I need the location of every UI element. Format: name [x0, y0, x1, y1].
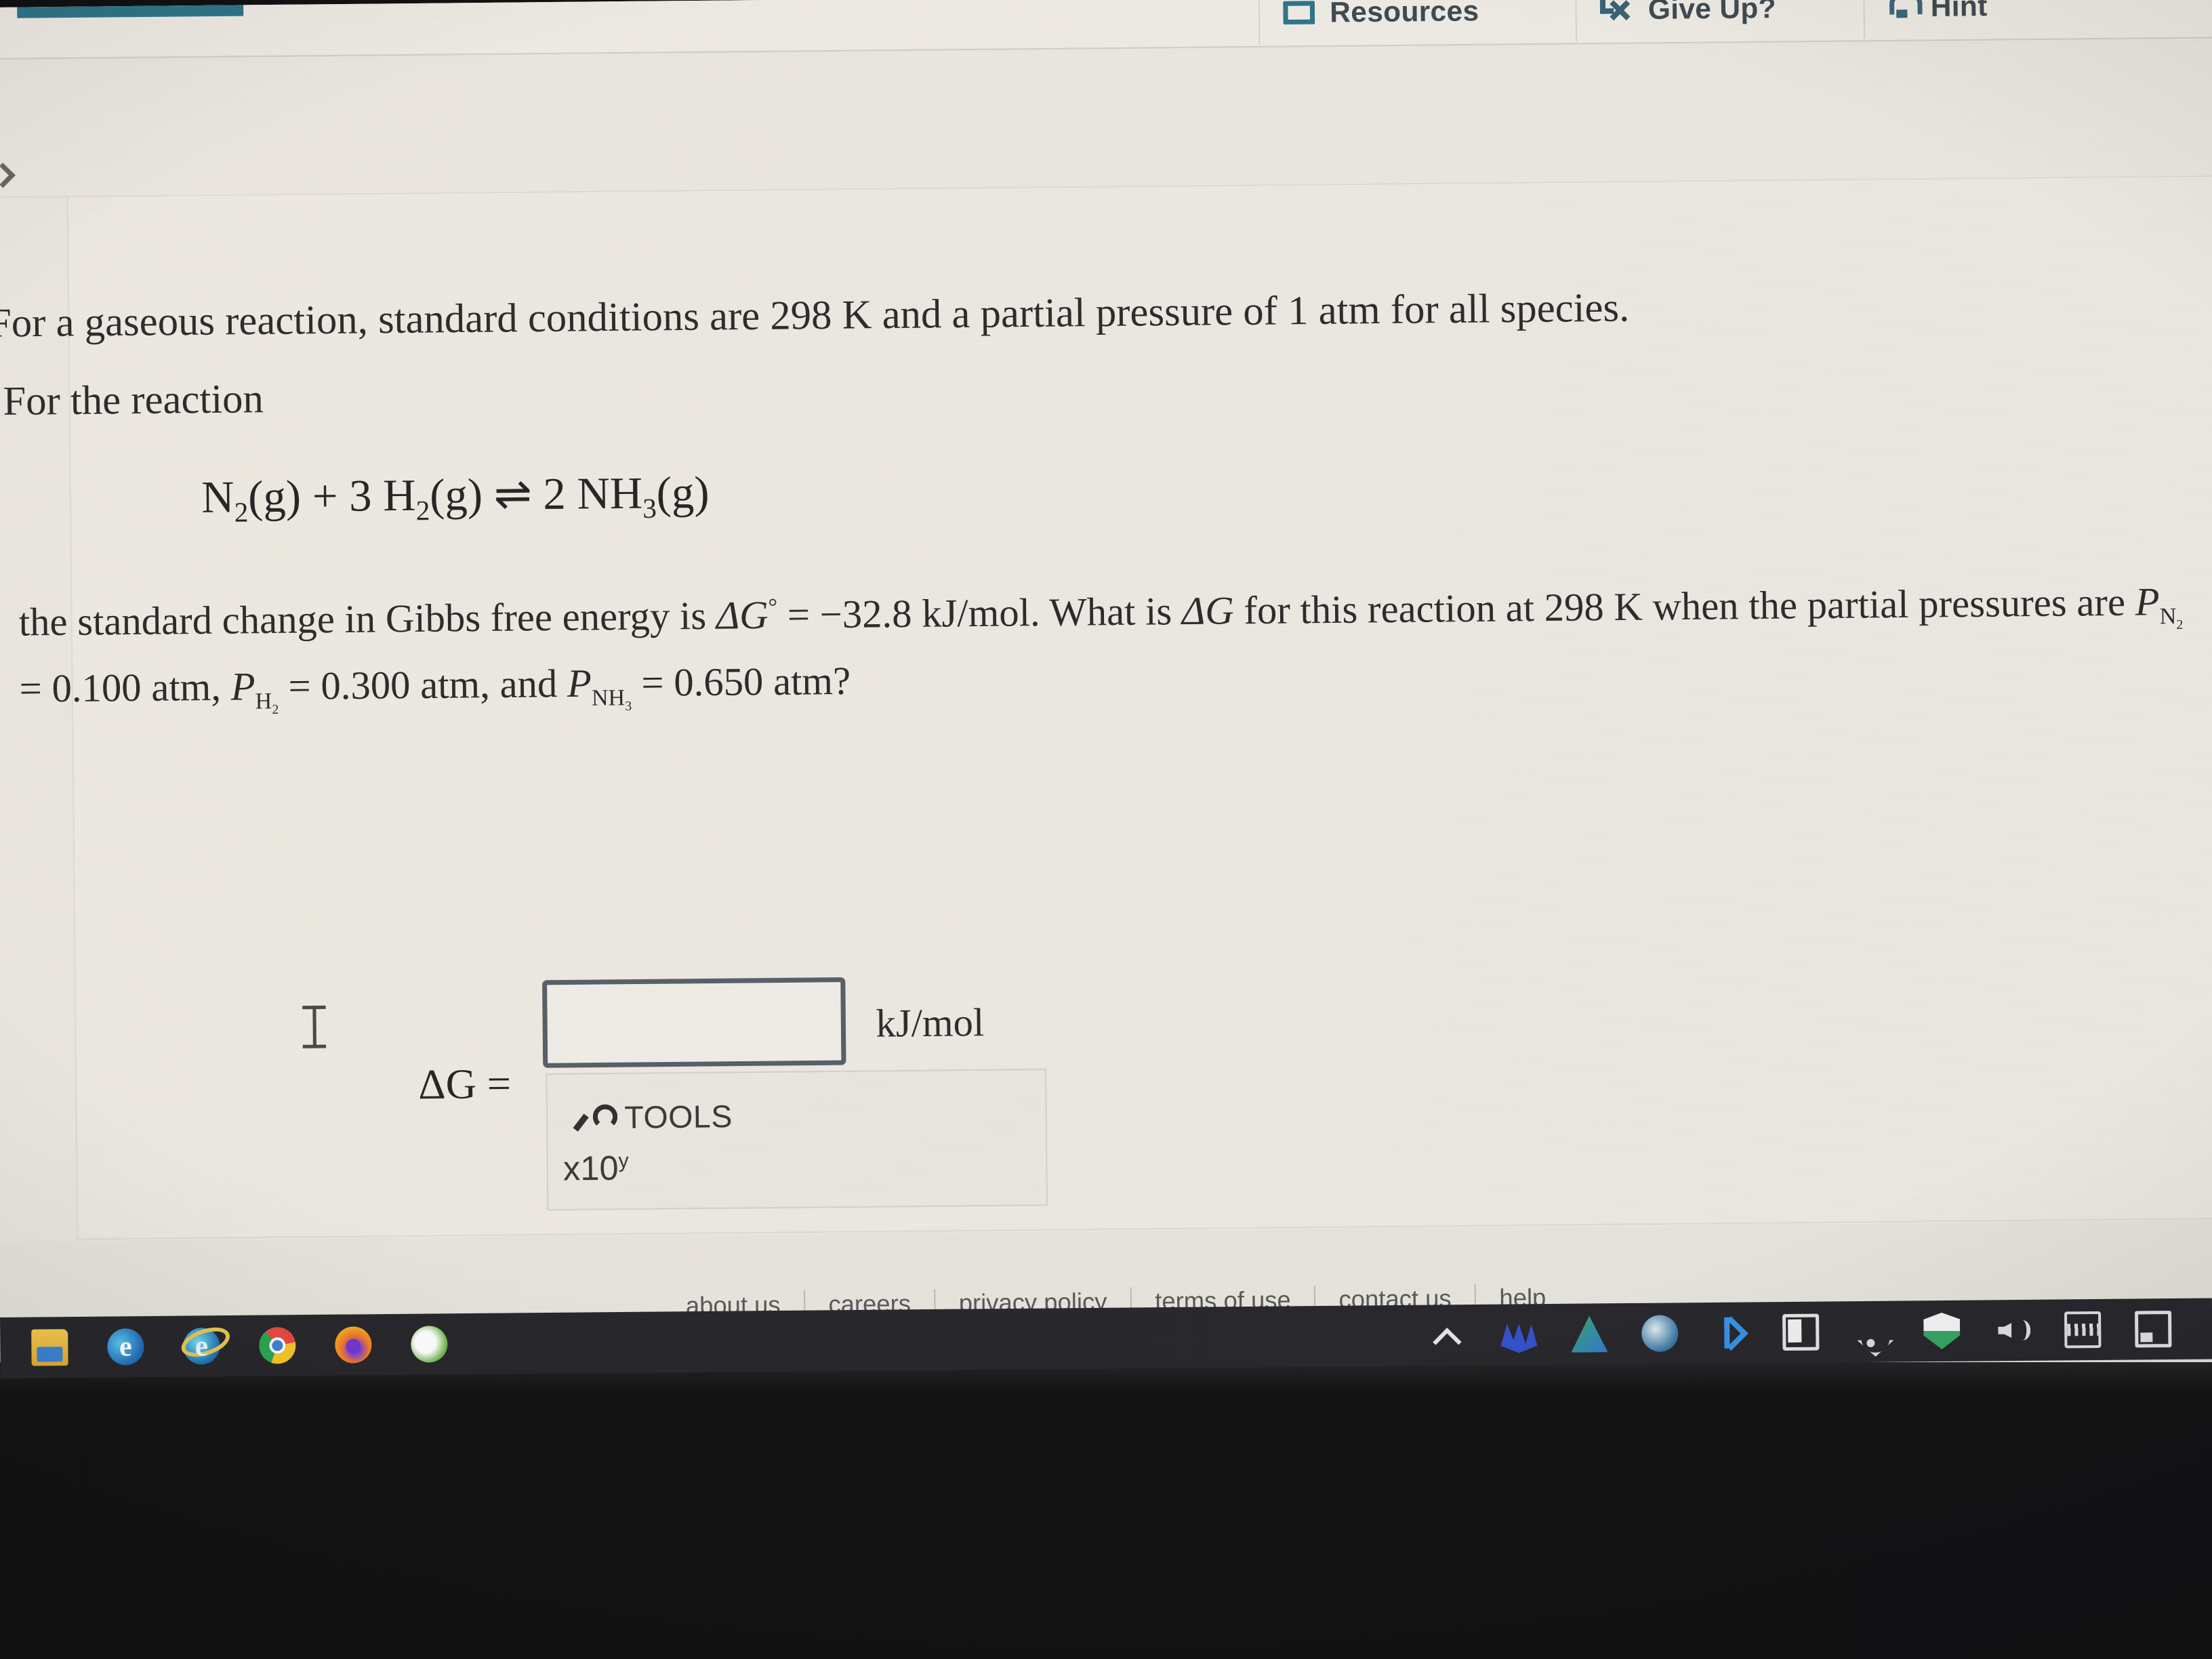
- tools-button[interactable]: TOOLS: [580, 1098, 733, 1136]
- hint-button[interactable]: Hint: [1863, 0, 2011, 39]
- tools-label: TOOLS: [624, 1098, 733, 1135]
- resources-button[interactable]: Resources: [1258, 0, 1503, 45]
- answer-input-box[interactable]: [542, 977, 846, 1068]
- answer-units-label: kJ/mol: [876, 1000, 985, 1046]
- resources-label: Resources: [1330, 0, 1479, 28]
- delta-g-symbol: ΔG: [1181, 588, 1235, 634]
- pressure-h2-symbol: P: [230, 663, 255, 709]
- laptop-screen: Resources Give Up? Hint For a gaseous re…: [0, 0, 2212, 1387]
- network-globe-icon[interactable]: [1641, 1315, 1679, 1352]
- show-hidden-icons-chevron-icon[interactable]: [1430, 1317, 1467, 1353]
- volume-icon[interactable]: [1994, 1312, 2030, 1349]
- chrome-icon[interactable]: [259, 1327, 296, 1364]
- pressure-n2-value: 0.100 atm: [52, 664, 211, 711]
- answer-label: ΔG =: [417, 1061, 512, 1109]
- tools-panel: TOOLS x10y: [546, 1068, 1048, 1211]
- chemical-equation: N2(g) + 3 H2(g) ⇌ 2 NH3(g): [201, 466, 710, 529]
- question-body: the standard change in Gibbs free energy…: [18, 569, 2187, 723]
- pressure-nh3-value: 0.650 atm: [673, 658, 834, 705]
- equals-2: =: [19, 665, 43, 711]
- chevron-right-icon[interactable]: [0, 163, 16, 188]
- question-line-1: For a gaseous reaction, standard conditi…: [0, 284, 1630, 346]
- body-part-1: the standard change in Gibbs free energy…: [18, 593, 717, 644]
- pressure-n2-symbol: P: [2135, 579, 2160, 624]
- taskbar-system-tray: [1430, 1298, 2172, 1366]
- lightbulb-icon: [1888, 0, 1916, 22]
- wrench-icon: [580, 1101, 611, 1133]
- laptop-bezel: [0, 1362, 2212, 1659]
- text-cursor-i-beam-icon: [302, 1006, 326, 1048]
- product-nh3: 2 NH3(g): [543, 467, 710, 525]
- equilibrium-arrow-icon: ⇌: [493, 469, 533, 520]
- firefox-icon[interactable]: [335, 1326, 372, 1364]
- internet-explorer-icon[interactable]: [183, 1328, 220, 1365]
- pressure-h2-value: 0.300 atm: [321, 661, 480, 708]
- reactant-h2: 3 H2(g): [348, 470, 483, 527]
- body-part-3: for this reaction at 298 K when the part…: [1233, 579, 2135, 633]
- action-center-icon[interactable]: [2135, 1311, 2172, 1348]
- x-icon: [1599, 0, 1633, 24]
- pressure-h2-sub: H2: [255, 688, 279, 717]
- plus-sign: +: [312, 471, 338, 522]
- sep-3: ?: [832, 658, 851, 703]
- exponent-base-label: x10: [562, 1149, 619, 1188]
- battery-icon[interactable]: [1782, 1313, 1820, 1351]
- exponent-sup-label: y: [618, 1149, 629, 1172]
- pressure-n2-sub: N2: [2159, 603, 2184, 632]
- equals-1: =: [777, 592, 820, 637]
- edge-icon[interactable]: [107, 1328, 144, 1366]
- screen-photo: Resources Give Up? Hint For a gaseous re…: [0, 0, 2212, 1659]
- pressure-nh3-sub: NH3: [591, 684, 632, 714]
- give-up-button[interactable]: Give Up?: [1575, 0, 1800, 42]
- drive-icon[interactable]: [1571, 1315, 1607, 1352]
- bluetooth-icon[interactable]: [1712, 1314, 1748, 1351]
- sep-1: ,: [210, 664, 222, 710]
- sep-2: , and: [479, 661, 558, 707]
- pressure-nh3-symbol: P: [567, 660, 592, 706]
- file-explorer-icon[interactable]: [31, 1329, 68, 1366]
- equals-4: =: [641, 659, 664, 705]
- reactant-n2: N2(g): [201, 471, 302, 528]
- taskbar-pinned-apps: [0, 1326, 448, 1366]
- delta-g-standard-value: −32.8 kJ/mol.: [819, 590, 1040, 637]
- equals-3: =: [288, 663, 312, 709]
- active-assignment-tab[interactable]: [16, 0, 244, 18]
- scientific-notation-button[interactable]: x10y: [563, 1148, 629, 1189]
- question-line-2: For the reaction: [3, 375, 264, 424]
- breadcrumb: [0, 42, 2212, 199]
- book-icon: [1283, 1, 1315, 25]
- give-up-label: Give Up?: [1647, 0, 1777, 26]
- messaging-icon[interactable]: [1500, 1316, 1537, 1353]
- body-part-2: What is: [1040, 588, 1183, 635]
- delta-g-standard-symbol: ΔG: [716, 592, 769, 638]
- hint-label: Hint: [1930, 0, 1988, 23]
- browser-icon[interactable]: [411, 1326, 448, 1363]
- question-card: For a gaseous reaction, standard conditi…: [0, 176, 2212, 1240]
- wifi-icon[interactable]: [1853, 1313, 1889, 1350]
- security-shield-icon[interactable]: [1923, 1313, 1960, 1349]
- answer-input[interactable]: [547, 982, 842, 1063]
- degree-sign: °: [768, 594, 778, 620]
- keyboard-icon[interactable]: [2064, 1311, 2102, 1349]
